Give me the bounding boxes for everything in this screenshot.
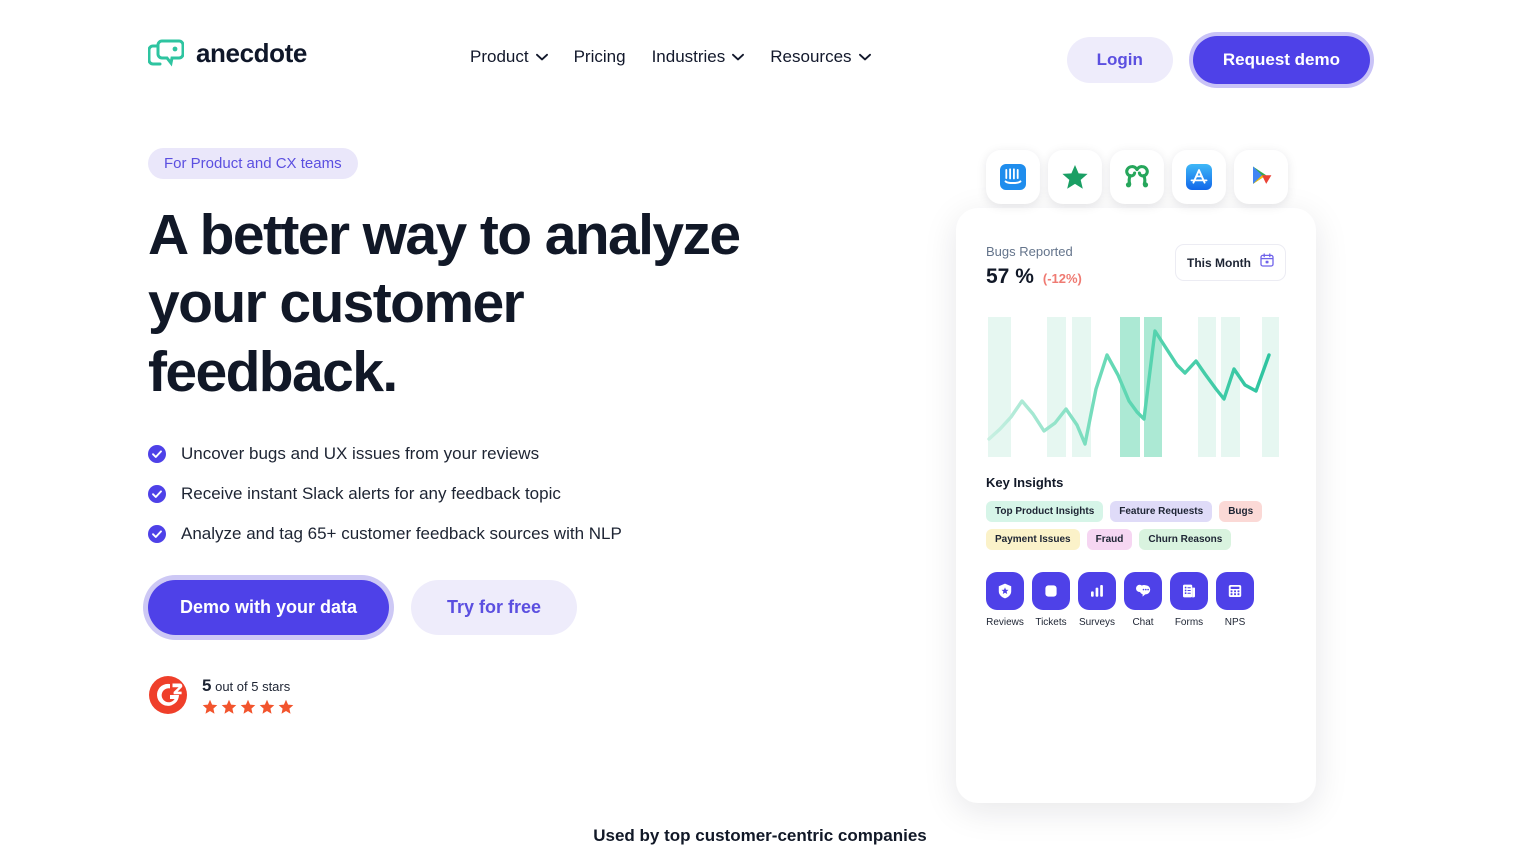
g2-badge-icon xyxy=(148,675,188,715)
login-button[interactable]: Login xyxy=(1066,37,1173,83)
stat-label: Bugs Reported xyxy=(986,244,1073,259)
source-tickets[interactable]: Tickets xyxy=(1032,572,1070,628)
hero-eyebrow-badge: For Product and CX teams xyxy=(148,148,358,179)
nav-label: Industries xyxy=(651,47,726,66)
star-icon xyxy=(240,699,256,715)
source-surveys[interactable]: Surveys xyxy=(1078,572,1116,628)
source-label: Tickets xyxy=(1035,617,1067,628)
g2-score-line: 5 out of 5 stars xyxy=(202,676,294,696)
try-for-free-button[interactable]: Try for free xyxy=(411,580,578,636)
chart-svg xyxy=(987,317,1279,457)
source-label: Reviews xyxy=(986,617,1024,628)
app-store-icon[interactable] xyxy=(1172,150,1226,204)
page-title: A better way to analyze your customer fe… xyxy=(148,203,741,404)
g2-star-row xyxy=(202,699,294,715)
key-insights-title: Key Insights xyxy=(986,475,1064,490)
source-chat[interactable]: Chat xyxy=(1124,572,1162,628)
list-item-label: Analyze and tag 65+ customer feedback so… xyxy=(181,524,622,544)
demo-with-your-data-button[interactable]: Demo with your data xyxy=(148,580,390,636)
check-circle-icon xyxy=(148,485,166,504)
star-icon xyxy=(278,699,294,715)
g2-rating-text: 5 out of 5 stars xyxy=(202,676,294,715)
tag-payment-issues[interactable]: Payment Issues xyxy=(986,529,1080,550)
tag-top-product-insights[interactable]: Top Product Insights xyxy=(986,501,1104,522)
dashboard-header: Bugs Reported 57 % (-12%) This Month xyxy=(986,244,1286,289)
star-icon xyxy=(221,699,237,715)
capterra-icon[interactable] xyxy=(1110,150,1164,204)
hero-content: For Product and CX teams A better way to… xyxy=(148,148,888,715)
tag-bugs[interactable]: Bugs xyxy=(1219,501,1263,522)
source-label: Forms xyxy=(1174,617,1204,628)
list-item-label: Receive instant Slack alerts for any fee… xyxy=(181,484,561,504)
request-demo-button[interactable]: Request demo xyxy=(1192,36,1370,84)
nav-item-product[interactable]: Product xyxy=(470,44,548,70)
google-play-icon[interactable] xyxy=(1234,150,1288,204)
list-item-label: Uncover bugs and UX issues from your rev… xyxy=(181,444,540,464)
list-item: Receive instant Slack alerts for any fee… xyxy=(148,484,888,504)
nav-label: Resources xyxy=(770,47,852,66)
period-selector[interactable]: This Month xyxy=(1175,244,1286,281)
bugs-reported-chart xyxy=(986,313,1282,457)
feedback-sources-row: Reviews Tickets Surveys Chat Forms NPS xyxy=(986,572,1286,628)
tag-fraud[interactable]: Fraud xyxy=(1086,529,1133,550)
feature-list: Uncover bugs and UX issues from your rev… xyxy=(148,444,888,544)
g2-rating: 5 out of 5 stars xyxy=(148,675,888,715)
main-navigation: Product Pricing Industries Resources xyxy=(470,44,871,70)
form-document-icon xyxy=(1170,572,1208,610)
source-label: NPS xyxy=(1224,617,1246,628)
intercom-icon[interactable] xyxy=(986,150,1040,204)
source-forms[interactable]: Forms xyxy=(1170,572,1208,628)
brand-logo[interactable]: anecdote xyxy=(148,38,307,68)
nav-item-pricing[interactable]: Pricing xyxy=(574,44,626,70)
brand-name: anecdote xyxy=(196,38,307,68)
ticket-square-icon xyxy=(1032,572,1070,610)
nav-item-industries[interactable]: Industries xyxy=(652,44,745,70)
star-icon xyxy=(259,699,275,715)
landing-page: anecdote Product Pricing Industries Reso… xyxy=(0,0,1520,855)
calculator-icon xyxy=(1216,572,1254,610)
trustpilot-star-icon[interactable] xyxy=(1048,150,1102,204)
check-circle-icon xyxy=(148,525,166,544)
nav-label: Pricing xyxy=(573,47,626,66)
nav-item-resources[interactable]: Resources xyxy=(770,44,871,70)
dashboard-card: Bugs Reported 57 % (-12%) This Month Key… xyxy=(956,208,1316,803)
stat-block: Bugs Reported 57 % (-12%) xyxy=(986,244,1082,289)
source-nps[interactable]: NPS xyxy=(1216,572,1254,628)
g2-score: 5 xyxy=(202,675,212,695)
hero-cta-group: Demo with your data Try for free xyxy=(148,580,888,636)
g2-score-suffix: out of 5 stars xyxy=(215,678,291,694)
tag-churn-reasons[interactable]: Churn Reasons xyxy=(1139,529,1232,550)
source-label: Chat xyxy=(1132,617,1154,628)
stat-value: 57 % xyxy=(986,265,1034,288)
chevron-down-icon xyxy=(535,53,548,61)
anecdote-speech-bubbles-logo-icon xyxy=(148,38,184,68)
chart-bands xyxy=(988,317,1279,457)
integration-icon-row xyxy=(986,150,1288,204)
chevron-down-icon xyxy=(858,53,871,61)
header-actions: Login Request demo xyxy=(1066,36,1370,84)
list-item: Uncover bugs and UX issues from your rev… xyxy=(148,444,888,464)
star-badge-icon xyxy=(986,572,1024,610)
star-icon xyxy=(202,699,218,715)
site-header: anecdote Product Pricing Industries Reso… xyxy=(0,0,1520,116)
chat-bubbles-icon xyxy=(1124,572,1162,610)
chevron-down-icon xyxy=(732,53,745,61)
source-reviews[interactable]: Reviews xyxy=(986,572,1024,628)
tag-feature-requests[interactable]: Feature Requests xyxy=(1110,501,1213,522)
calendar-icon xyxy=(1260,253,1274,272)
period-label: This Month xyxy=(1187,255,1251,270)
check-circle-icon xyxy=(148,445,166,464)
bar-chart-icon xyxy=(1078,572,1116,610)
nav-label: Product xyxy=(470,47,529,66)
key-insights-tags: Top Product Insights Feature Requests Bu… xyxy=(986,501,1286,550)
used-by-heading: Used by top customer-centric companies xyxy=(593,826,927,845)
stat-delta-badge: (-12%) xyxy=(1042,271,1082,286)
list-item: Analyze and tag 65+ customer feedback so… xyxy=(148,524,888,544)
source-label: Surveys xyxy=(1078,617,1116,628)
stat-value-row: 57 % (-12%) xyxy=(986,265,1082,289)
